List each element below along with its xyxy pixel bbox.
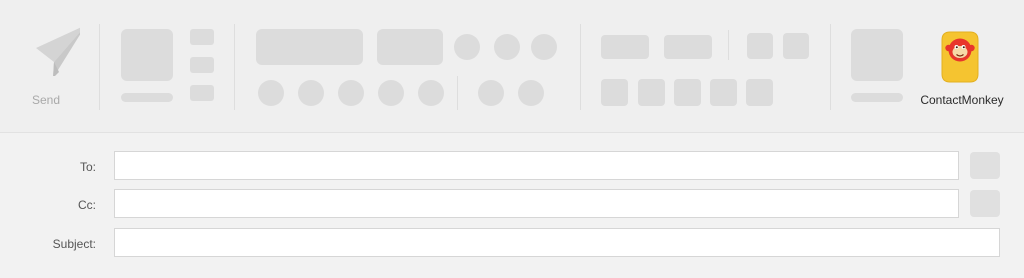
cc-field[interactable] [114, 189, 959, 218]
placeholder-square-button[interactable] [674, 79, 701, 106]
placeholder-square-button[interactable] [783, 33, 809, 59]
ribbon-separator [457, 76, 458, 110]
subject-field[interactable] [114, 228, 1000, 257]
placeholder-square-button[interactable] [710, 79, 737, 106]
send-button[interactable]: Send [14, 20, 80, 112]
placeholder-dropdown[interactable] [256, 29, 363, 65]
ribbon-separator [234, 24, 235, 110]
ribbon-separator [99, 24, 100, 110]
paper-plane-icon [36, 27, 80, 76]
placeholder-round-button[interactable] [378, 80, 404, 106]
contactmonkey-label: ContactMonkey [920, 93, 1004, 107]
placeholder-large-button[interactable] [121, 29, 173, 81]
to-field[interactable] [114, 151, 959, 180]
cc-label: Cc: [78, 198, 96, 212]
placeholder-round-button[interactable] [454, 34, 480, 60]
ribbon-separator [830, 24, 831, 110]
placeholder-round-button[interactable] [518, 80, 544, 106]
placeholder-button[interactable] [664, 35, 712, 59]
cc-address-book-button[interactable] [970, 190, 1000, 217]
to-label: To: [79, 160, 96, 174]
placeholder-round-button[interactable] [338, 80, 364, 106]
placeholder-label [121, 93, 173, 102]
placeholder-round-button[interactable] [258, 80, 284, 106]
placeholder-round-button[interactable] [298, 80, 324, 106]
placeholder-round-button[interactable] [478, 80, 504, 106]
subject-label: Subject: [52, 237, 96, 251]
placeholder-large-button[interactable] [851, 29, 903, 81]
placeholder-small-button[interactable] [190, 85, 214, 101]
placeholder-round-button[interactable] [531, 34, 557, 60]
to-address-book-button[interactable] [970, 152, 1000, 179]
placeholder-round-button[interactable] [418, 80, 444, 106]
placeholder-dropdown[interactable] [377, 29, 443, 65]
placeholder-small-button[interactable] [190, 57, 214, 73]
contactmonkey-logo-icon [941, 31, 979, 83]
placeholder-square-button[interactable] [746, 79, 773, 106]
contactmonkey-button[interactable]: ContactMonkey [912, 26, 1012, 110]
placeholder-button[interactable] [601, 35, 649, 59]
placeholder-square-button[interactable] [601, 79, 628, 106]
placeholder-square-button[interactable] [638, 79, 665, 106]
placeholder-label [851, 93, 903, 102]
ribbon-separator [728, 30, 729, 60]
ribbon-separator [580, 24, 581, 110]
placeholder-small-button[interactable] [190, 29, 214, 45]
placeholder-round-button[interactable] [494, 34, 520, 60]
ribbon-toolbar: Send ContactMonkey [0, 0, 1024, 133]
placeholder-square-button[interactable] [747, 33, 773, 59]
send-label: Send [31, 93, 61, 107]
